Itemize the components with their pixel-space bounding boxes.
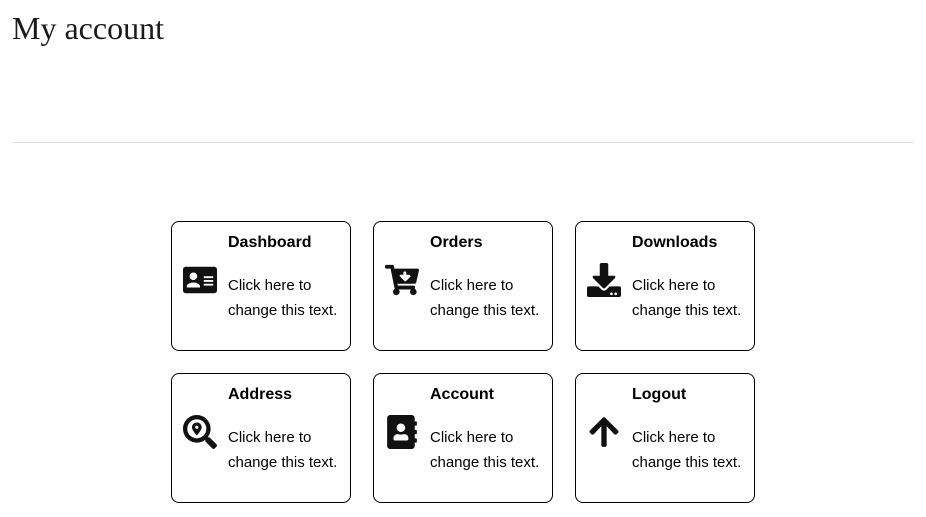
card-title: Downloads bbox=[632, 234, 744, 252]
page-header: My account bbox=[0, 0, 926, 47]
card-body: Logout Click here to change this text. bbox=[586, 386, 744, 490]
card-body: Dashboard Click here to change this text… bbox=[182, 234, 340, 338]
card-desc: Click here to change this text. bbox=[430, 426, 542, 476]
card-body: Orders Click here to change this text. bbox=[384, 234, 542, 338]
card-body: Account Click here to change this text. bbox=[384, 386, 542, 490]
card-title: Orders bbox=[430, 234, 542, 252]
arrow-up-icon bbox=[586, 414, 622, 450]
divider bbox=[12, 142, 914, 143]
card-text: Dashboard Click here to change this text… bbox=[228, 234, 340, 324]
card-desc: Click here to change this text. bbox=[228, 274, 340, 324]
card-address[interactable]: Address Click here to change this text. bbox=[171, 373, 351, 503]
card-text: Downloads Click here to change this text… bbox=[632, 234, 744, 324]
id-card-icon bbox=[182, 262, 218, 298]
cart-download-icon bbox=[384, 262, 420, 298]
card-text: Logout Click here to change this text. bbox=[632, 386, 744, 476]
card-title: Logout bbox=[632, 386, 744, 404]
card-downloads[interactable]: Downloads Click here to change this text… bbox=[575, 221, 755, 351]
card-desc: Click here to change this text. bbox=[632, 426, 744, 476]
card-body: Downloads Click here to change this text… bbox=[586, 234, 744, 338]
card-logout[interactable]: Logout Click here to change this text. bbox=[575, 373, 755, 503]
card-dashboard[interactable]: Dashboard Click here to change this text… bbox=[171, 221, 351, 351]
card-account[interactable]: Account Click here to change this text. bbox=[373, 373, 553, 503]
card-desc: Click here to change this text. bbox=[430, 274, 542, 324]
card-title: Account bbox=[430, 386, 542, 404]
page-title: My account bbox=[12, 10, 914, 47]
card-desc: Click here to change this text. bbox=[228, 426, 340, 476]
download-icon bbox=[586, 262, 622, 298]
card-body: Address Click here to change this text. bbox=[182, 386, 340, 490]
card-text: Address Click here to change this text. bbox=[228, 386, 340, 476]
address-book-icon bbox=[384, 414, 420, 450]
card-desc: Click here to change this text. bbox=[632, 274, 744, 324]
card-text: Orders Click here to change this text. bbox=[430, 234, 542, 324]
card-title: Dashboard bbox=[228, 234, 340, 252]
card-title: Address bbox=[228, 386, 340, 404]
card-text: Account Click here to change this text. bbox=[430, 386, 542, 476]
account-cards-grid: Dashboard Click here to change this text… bbox=[0, 221, 926, 503]
search-location-icon bbox=[182, 414, 218, 450]
card-orders[interactable]: Orders Click here to change this text. bbox=[373, 221, 553, 351]
